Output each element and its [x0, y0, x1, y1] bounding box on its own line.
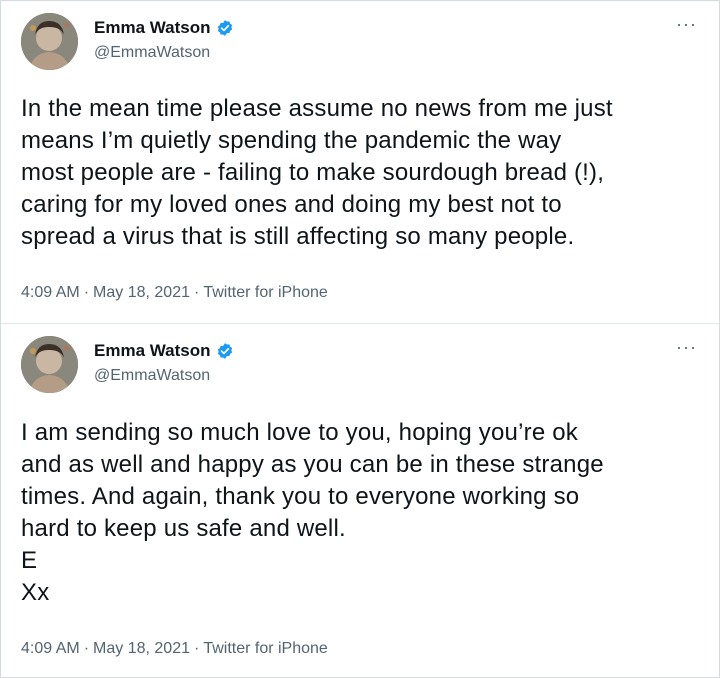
- author-display-name[interactable]: Emma Watson: [94, 341, 211, 361]
- more-options-icon[interactable]: ···: [676, 15, 697, 33]
- verified-badge-icon: [216, 19, 234, 37]
- author-name-row: Emma Watson: [94, 341, 234, 361]
- meta-separator: ·: [193, 640, 200, 657]
- author-name-row: Emma Watson: [94, 18, 234, 38]
- tweet-text: I am sending so much love to you, hoping…: [21, 419, 604, 606]
- tweet-time[interactable]: 4:09 AM: [21, 284, 80, 301]
- tweet-time[interactable]: 4:09 AM: [21, 640, 80, 657]
- avatar[interactable]: [21, 13, 78, 70]
- author-handle[interactable]: @EmmaWatson: [94, 44, 210, 62]
- meta-separator: ·: [193, 284, 200, 301]
- tweet-meta: 4:09 AM · May 18, 2021 · Twitter for iPhone: [21, 640, 328, 658]
- tweet-screenshot: Emma Watson @EmmaWatson ··· In the mean …: [0, 0, 720, 678]
- author-handle[interactable]: @EmmaWatson: [94, 367, 210, 385]
- tweet-date[interactable]: May 18, 2021: [93, 284, 190, 301]
- tweet: Emma Watson @EmmaWatson ··· I am sending…: [1, 324, 719, 677]
- tweet-meta: 4:09 AM · May 18, 2021 · Twitter for iPhone: [21, 284, 328, 302]
- tweet-date[interactable]: May 18, 2021: [93, 640, 190, 657]
- tweet-source[interactable]: Twitter for iPhone: [203, 284, 328, 301]
- tweet-source[interactable]: Twitter for iPhone: [203, 640, 328, 657]
- tweet: Emma Watson @EmmaWatson ··· In the mean …: [1, 1, 719, 324]
- verified-badge-icon: [216, 342, 234, 360]
- meta-separator: ·: [83, 284, 90, 301]
- avatar[interactable]: [21, 336, 78, 393]
- more-options-icon[interactable]: ···: [676, 338, 697, 356]
- meta-separator: ·: [83, 640, 90, 657]
- author-display-name[interactable]: Emma Watson: [94, 18, 211, 38]
- tweet-text: In the mean time please assume no news f…: [21, 95, 613, 250]
